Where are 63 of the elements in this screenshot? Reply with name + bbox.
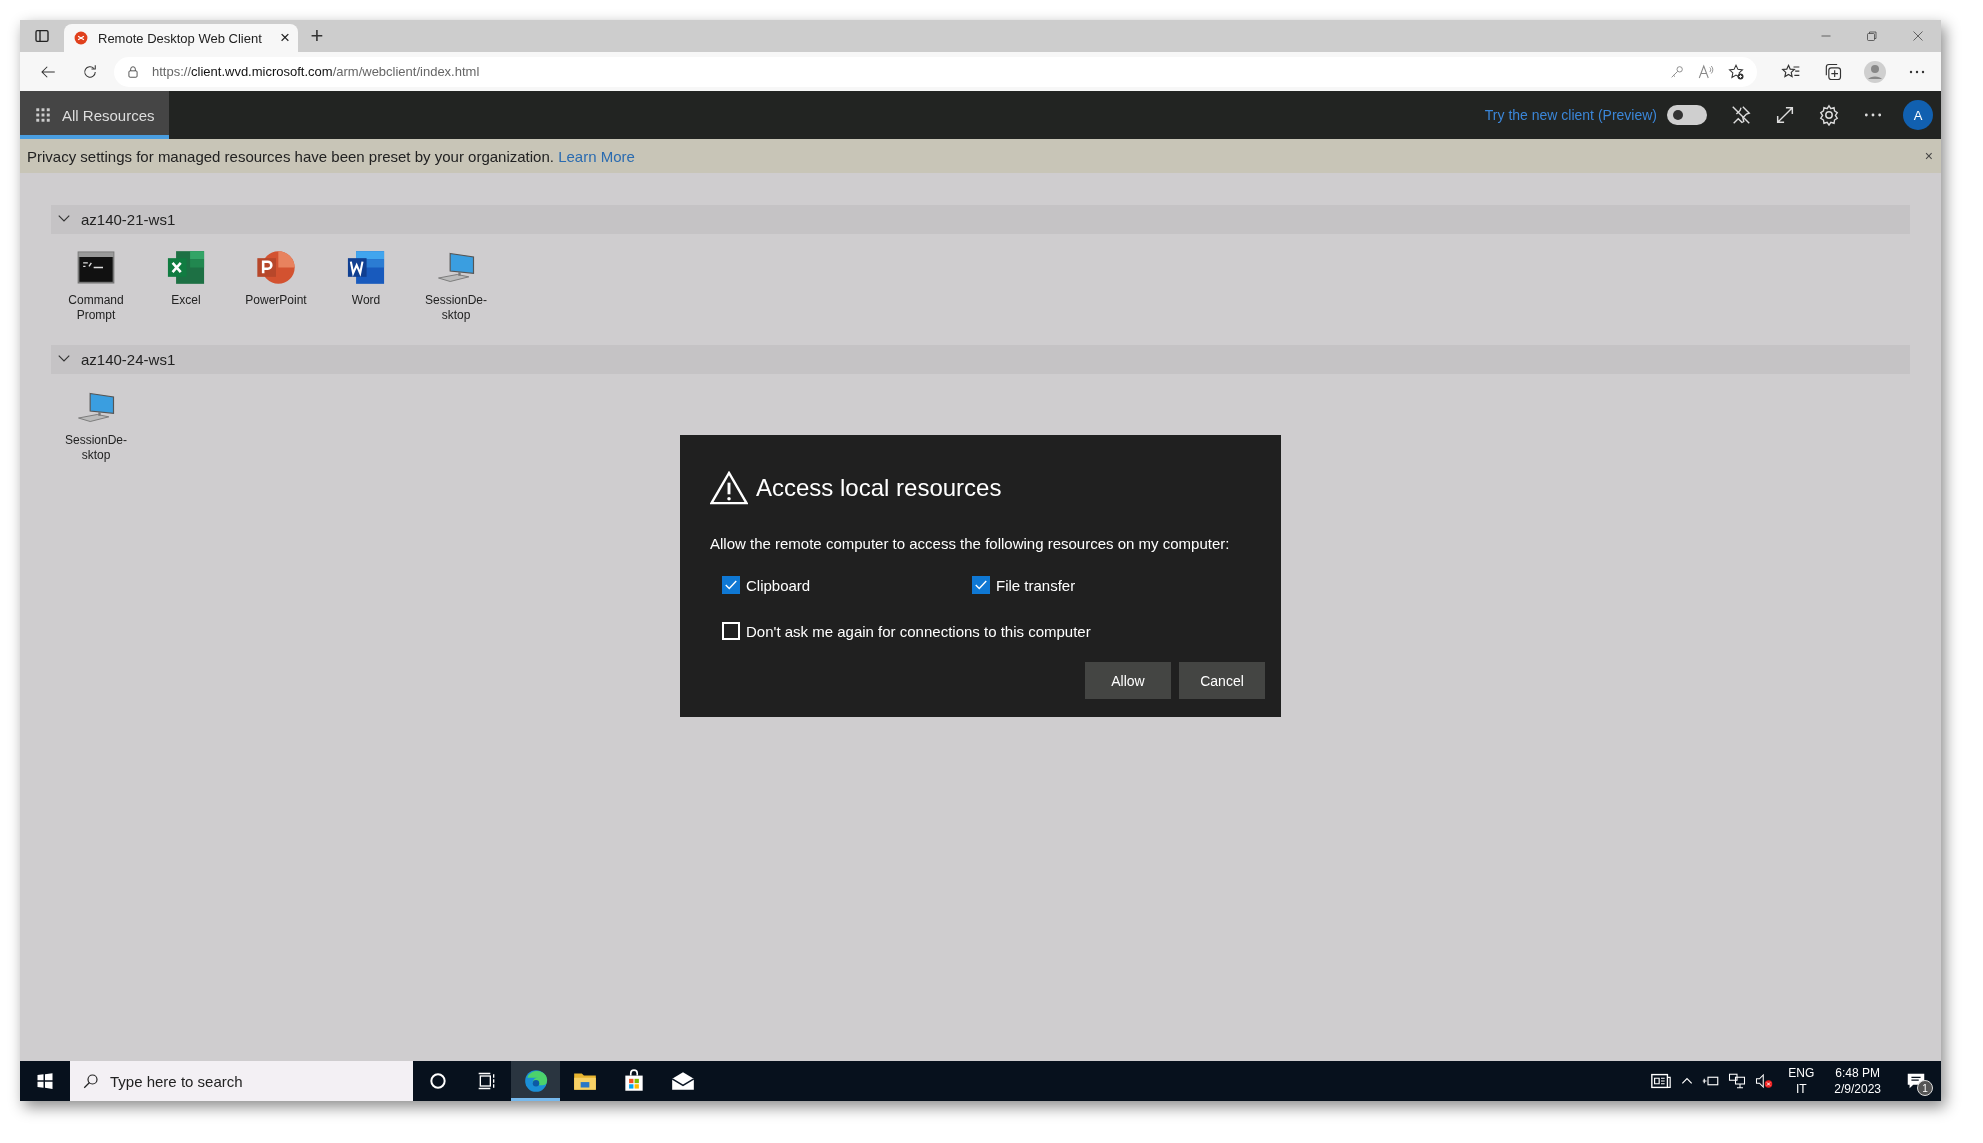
check-icon	[974, 578, 988, 592]
new-tab-button[interactable]: +	[298, 20, 336, 52]
search-icon	[82, 1072, 100, 1090]
checkbox[interactable]	[972, 576, 990, 594]
close-tab-button[interactable]: ×	[280, 28, 290, 48]
computer-icon[interactable]	[436, 250, 476, 285]
network-icon[interactable]	[1728, 1072, 1747, 1090]
group-name: az140-24-ws1	[81, 351, 176, 368]
computer-icon[interactable]	[76, 390, 116, 425]
tab-actions-icon[interactable]	[34, 28, 50, 44]
app-label[interactable]: SessionDe-sktop	[416, 293, 496, 323]
profile-icon[interactable]	[1863, 59, 1887, 84]
group-name: az140-21-ws1	[81, 211, 176, 228]
address-field[interactable]: https://client.wvd.microsoft.com/arm/webclient/index.html	[114, 56, 1757, 87]
add-favorite-icon[interactable]	[1727, 62, 1745, 81]
clock[interactable]: 6:48 PM 2/9/2023	[1828, 1065, 1887, 1097]
collections-icon[interactable]	[1823, 61, 1843, 82]
app-label[interactable]: Command Prompt	[56, 293, 136, 323]
presentation-app-icon[interactable]	[256, 250, 296, 285]
checkbox-label[interactable]: Clipboard	[746, 576, 811, 594]
app-label[interactable]: PowerPoint	[236, 293, 316, 308]
read-aloud-icon[interactable]	[1697, 62, 1715, 81]
close-banner-button[interactable]: ×	[1924, 148, 1933, 164]
preview-link[interactable]: Try the new client (Preview)	[1484, 107, 1657, 123]
spreadsheet-app-icon[interactable]	[166, 250, 206, 285]
windows-logo-icon[interactable]	[36, 1072, 54, 1090]
task-view-icon[interactable]	[476, 1071, 497, 1091]
user-avatar[interactable]: A	[1903, 100, 1933, 130]
unpin-icon[interactable]	[1730, 104, 1752, 126]
lock-icon	[126, 64, 140, 79]
dialog-title: Access local resources	[756, 474, 1002, 502]
refresh-icon[interactable]	[81, 62, 99, 81]
document-app-icon[interactable]	[346, 250, 386, 285]
warning-icon	[710, 471, 748, 505]
app-label[interactable]: SessionDe-sktop	[56, 433, 136, 463]
key-icon[interactable]	[1669, 63, 1685, 80]
check-icon	[724, 578, 738, 592]
group-header[interactable]: az140-24-ws1	[51, 345, 1910, 374]
terminal-icon[interactable]	[76, 250, 116, 285]
group-header[interactable]: az140-21-ws1	[51, 205, 1910, 234]
settings-icon[interactable]	[1818, 104, 1840, 126]
resources-tab[interactable]: All Resources	[20, 91, 169, 139]
browser-icon[interactable]	[522, 1068, 549, 1094]
remote-desktop-favicon	[74, 31, 88, 45]
allow-button[interactable]: Allow	[1085, 662, 1171, 699]
expand-icon[interactable]	[1774, 104, 1796, 126]
checkbox-label[interactable]: File transfer	[996, 576, 1076, 594]
banner-message: Privacy settings for managed resources have been preset by your organization.	[27, 147, 554, 165]
checkbox-label[interactable]: Don't ask me again for connections to this computer	[746, 622, 1091, 640]
cancel-button[interactable]: Cancel	[1179, 662, 1265, 699]
app-label[interactable]: Word	[326, 293, 406, 308]
app-label[interactable]: Excel	[146, 293, 226, 308]
grid-icon	[36, 108, 50, 122]
speaker-muted-icon[interactable]	[1754, 1072, 1775, 1090]
close-icon[interactable]	[1912, 30, 1924, 42]
restore-icon[interactable]	[1866, 30, 1878, 42]
dialog-message: Allow the remote computer to access the following resources on my computer:	[710, 535, 1231, 552]
checkbox[interactable]	[722, 576, 740, 594]
browser-tab[interactable]: Remote Desktop Web Client ×	[64, 24, 298, 52]
preview-toggle[interactable]	[1667, 105, 1707, 125]
notification-count: 1	[1917, 1080, 1933, 1096]
input-language[interactable]: ENG IT	[1782, 1065, 1821, 1097]
cortana-circle-icon[interactable]	[427, 1071, 448, 1091]
